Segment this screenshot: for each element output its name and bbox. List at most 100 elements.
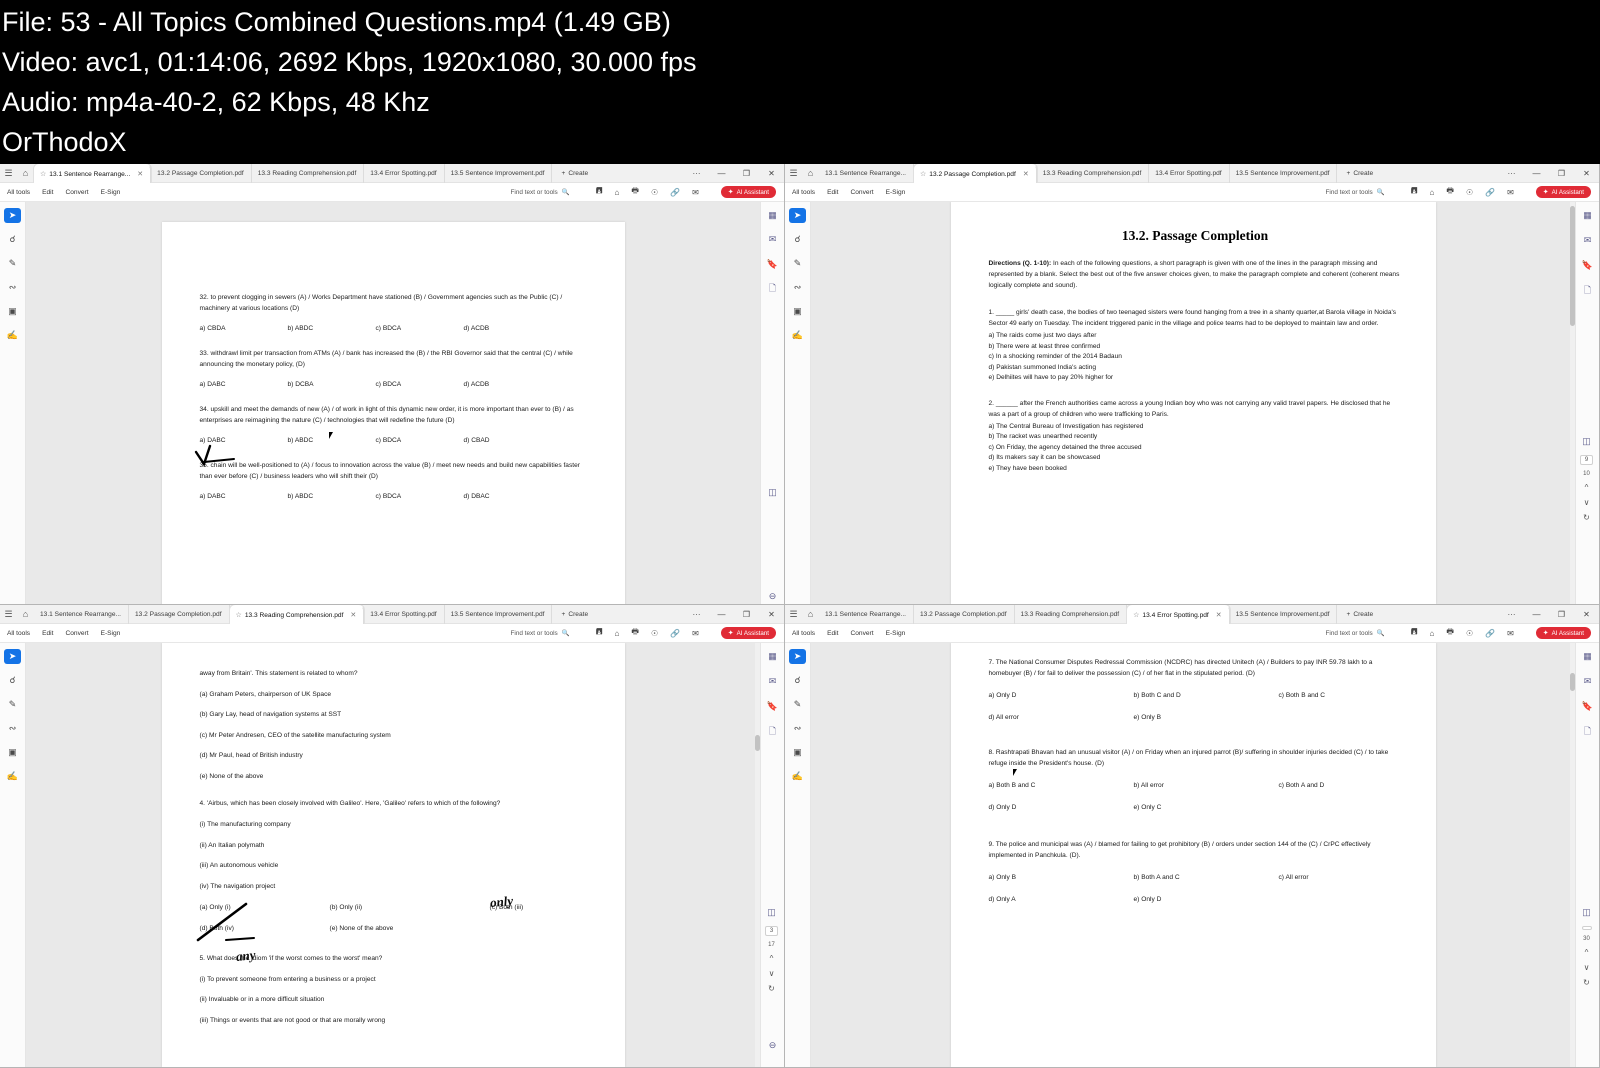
close-window-button[interactable]: ✕ [759, 164, 784, 183]
page-down-icon[interactable]: ∨ [769, 969, 775, 978]
option-d[interactable]: d) Pakistan summoned India's acting [989, 363, 1402, 374]
thumbnails-icon[interactable]: ▦ [764, 208, 781, 223]
link-icon[interactable]: 🔗 [670, 188, 680, 197]
zoom-icon[interactable]: ☌ [789, 232, 806, 247]
option-a[interactable]: a) DABC [200, 379, 288, 390]
option-e[interactable]: e) They have been booked [989, 464, 1402, 475]
tab-13-5-sentence-improvement[interactable]: 13.5 Sentence Improvement.pdf [445, 605, 553, 624]
tab-13-4-error-spotting[interactable]: ☆ 13.4 Error Spotting.pdf ✕ [1127, 605, 1230, 624]
hamburger-menu-icon[interactable]: ☰ [785, 605, 802, 624]
option-b[interactable]: b) There were at least three confirmed [989, 342, 1402, 353]
comment-icon[interactable]: ☉ [651, 629, 658, 638]
close-icon[interactable]: ✕ [137, 170, 143, 178]
zoom-out-icon[interactable]: ⊖ [764, 589, 781, 604]
pdf-window-top-left[interactable]: ☰ ⌂ ☆ 13.1 Sentence Rearrange... ✕ 13.2 … [0, 164, 785, 605]
copy-pages-icon[interactable]: 🗋 [764, 282, 781, 297]
tab-13-1-sentence-rearrangement[interactable]: ☆ 13.1 Sentence Rearrange... ✕ [34, 164, 152, 183]
option-a[interactable]: a) Only B [989, 872, 1134, 883]
comment-icon[interactable]: ☉ [651, 188, 658, 197]
all-tools-menu[interactable]: All tools [792, 630, 815, 637]
close-icon[interactable]: ✕ [1023, 170, 1029, 178]
print-icon[interactable]: 🖶 [631, 185, 639, 199]
comment-icon[interactable]: ☉ [1466, 188, 1473, 197]
find-text-or-tools[interactable]: Find text or tools 🔍 [511, 188, 570, 197]
page-up-icon[interactable]: ^ [1585, 948, 1589, 957]
bookmark-icon[interactable]: 🔖 [764, 257, 781, 272]
comment-icon[interactable]: ✉ [764, 674, 781, 689]
textbox-icon[interactable]: ▣ [4, 745, 21, 760]
pdf-window-bottom-left[interactable]: ☰ ⌂ 13.1 Sentence Rearrange... 13.2 Pass… [0, 605, 785, 1068]
option-a[interactable]: a) The raids come just two days after [989, 331, 1402, 342]
option-a[interactable]: a) DABC [200, 491, 288, 502]
more-options-icon[interactable]: ··· [1499, 164, 1524, 183]
esign-menu[interactable]: E-Sign [101, 630, 121, 637]
textbox-icon[interactable]: ▣ [789, 304, 806, 319]
option-b[interactable]: (b) Only (ii) [330, 902, 490, 913]
esign-menu[interactable]: E-Sign [886, 630, 906, 637]
textbox-icon[interactable]: ▣ [4, 304, 21, 319]
option-d[interactable]: d) ACDB [464, 323, 552, 334]
option-ii[interactable]: (ii) Invaluable or in a more difficult s… [200, 995, 591, 1006]
rotate-icon[interactable]: ↻ [1583, 513, 1590, 522]
save-icon[interactable]: 🖪 [1411, 626, 1418, 640]
minimize-button[interactable]: — [1524, 605, 1549, 624]
bookmark-icon[interactable]: 🔖 [764, 699, 781, 714]
page-area[interactable]: 13.2. Passage Completion Directions (Q. … [811, 202, 1575, 604]
signature-icon[interactable]: ✍ [789, 328, 806, 343]
tab-13-2-passage-completion[interactable]: 13.2 Passage Completion.pdf [151, 164, 252, 183]
hamburger-menu-icon[interactable]: ☰ [0, 164, 17, 183]
option-e[interactable]: (e) None of the above [330, 923, 490, 934]
option-iii[interactable]: (iii) Things or events that are not good… [200, 1016, 591, 1027]
convert-menu[interactable]: Convert [850, 630, 873, 637]
option-c[interactable]: c) Both B and C [1279, 690, 1326, 701]
option-a[interactable]: (a) Graham Peters, chairperson of UK Spa… [200, 690, 591, 701]
split-view-icon[interactable]: ◫ [764, 485, 781, 500]
tab-13-3-reading-comprehension[interactable]: 13.3 Reading Comprehension.pdf [1015, 605, 1128, 624]
link-icon[interactable]: 🔗 [1485, 188, 1495, 197]
option-a[interactable]: a) DABC [200, 435, 288, 446]
tab-13-2-passage-completion[interactable]: 13.2 Passage Completion.pdf [129, 605, 230, 624]
option-ii[interactable]: (ii) An Italian polymath [200, 841, 591, 852]
page-number-input[interactable]: 3 [764, 926, 779, 936]
esign-menu[interactable]: E-Sign [886, 189, 906, 196]
pdf-window-bottom-right[interactable]: ☰ ⌂ 13.1 Sentence Rearrange... 13.2 Pass… [785, 605, 1600, 1068]
mail-icon[interactable]: ✉ [692, 629, 699, 638]
select-arrow-icon[interactable]: ➤ [789, 649, 806, 664]
option-c[interactable]: c) BDCA [376, 435, 464, 446]
minimize-button[interactable]: — [709, 164, 734, 183]
signature-icon[interactable]: ✍ [789, 769, 806, 784]
create-button[interactable]: + Create [552, 164, 597, 183]
minimize-button[interactable]: — [1524, 164, 1549, 183]
edit-menu[interactable]: Edit [827, 630, 838, 637]
more-options-icon[interactable]: ··· [684, 164, 709, 183]
tab-13-4-error-spotting[interactable]: 13.4 Error Spotting.pdf [1149, 164, 1230, 183]
thumbnails-icon[interactable]: ▦ [1579, 208, 1596, 223]
option-c[interactable]: c) On Friday, the agency detained the th… [989, 443, 1402, 454]
thumbnails-icon[interactable]: ▦ [764, 649, 781, 664]
close-window-button[interactable]: ✕ [1574, 164, 1599, 183]
edit-menu[interactable]: Edit [827, 189, 838, 196]
zoom-icon[interactable]: ☌ [789, 673, 806, 688]
tab-13-3-reading-comprehension[interactable]: 13.3 Reading Comprehension.pdf [1037, 164, 1150, 183]
option-d[interactable]: d) Its makers say it can be showcased [989, 453, 1402, 464]
close-window-button[interactable]: ✕ [759, 605, 784, 624]
option-d[interactable]: d) DBAC [464, 491, 552, 502]
print-icon[interactable]: 🖶 [631, 626, 639, 640]
option-e[interactable]: e) Only C [1134, 802, 1162, 813]
option-iii[interactable]: (iii) An autonomous vehicle [200, 861, 591, 872]
option-b[interactable]: b) DCBA [288, 379, 376, 390]
minimize-button[interactable]: — [709, 605, 734, 624]
highlight-icon[interactable]: ∾ [789, 721, 806, 736]
convert-menu[interactable]: Convert [65, 630, 88, 637]
tab-13-5-sentence-improvement[interactable]: 13.5 Sentence Improvement.pdf [1230, 164, 1338, 183]
option-d[interactable]: (d) Both (iv) [200, 923, 330, 934]
page-up-icon[interactable]: ^ [1585, 483, 1589, 492]
page-down-icon[interactable]: ∨ [1584, 498, 1590, 507]
rotate-icon[interactable]: ↻ [1583, 978, 1590, 987]
option-a[interactable]: a) The Central Bureau of Investigation h… [989, 422, 1402, 433]
option-i[interactable]: (i) To prevent someone from entering a b… [200, 975, 591, 986]
pen-icon[interactable]: ✎ [789, 256, 806, 271]
tab-13-2-passage-completion[interactable]: 13.2 Passage Completion.pdf [914, 605, 1015, 624]
comment-icon[interactable]: ✉ [1579, 233, 1596, 248]
link-icon[interactable]: 🔗 [670, 629, 680, 638]
